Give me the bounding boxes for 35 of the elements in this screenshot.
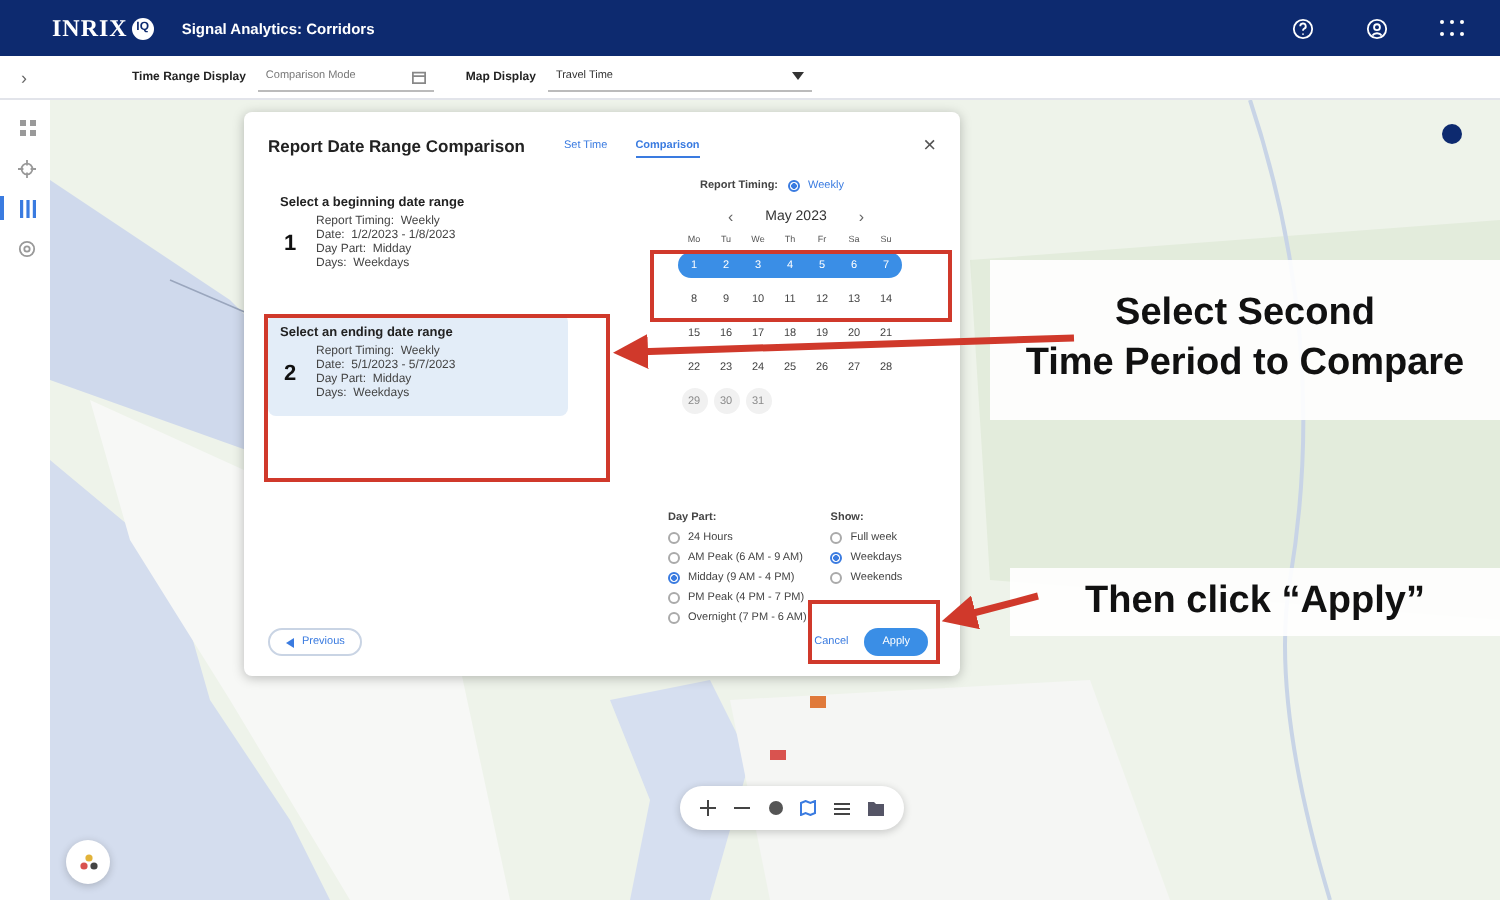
zoom-in-button[interactable]	[700, 800, 717, 816]
plus-icon	[700, 800, 717, 816]
close-button[interactable]: ×	[923, 135, 936, 157]
dialog-title: Report Date Range Comparison	[268, 136, 527, 156]
help-icon[interactable]	[1292, 17, 1314, 39]
logo: INRIX	[52, 13, 128, 43]
callout-text: Select Second	[1115, 290, 1375, 339]
apps-grid-icon[interactable]	[1440, 20, 1464, 36]
highlight-frame	[808, 600, 940, 664]
calendar-icon	[411, 69, 426, 83]
circle-icon	[767, 800, 784, 816]
map-button[interactable]	[800, 800, 817, 816]
layers-button[interactable]	[767, 800, 784, 816]
list-button[interactable]	[833, 801, 850, 815]
grid-icon	[19, 120, 35, 136]
settings-icon	[18, 239, 36, 257]
location-icon[interactable]	[1442, 124, 1462, 144]
caret-left-icon	[286, 637, 294, 647]
step-number: 2	[281, 361, 299, 385]
chevron-down-icon	[791, 72, 804, 80]
callout-text: Time Period to Compare	[1025, 340, 1465, 388]
next-month-button[interactable]: ›	[858, 208, 865, 226]
columns-icon	[19, 199, 35, 217]
dots-icon	[79, 854, 97, 870]
map-icon	[800, 800, 817, 816]
previous-month-button[interactable]: ‹	[727, 208, 734, 226]
folder-button[interactable]	[867, 801, 884, 815]
callout-text: Then click “Apply”	[1085, 577, 1425, 626]
expand-button[interactable]: ›	[0, 67, 48, 87]
list-icon	[833, 801, 850, 815]
folder-icon	[867, 801, 884, 815]
crosshair-icon	[18, 159, 36, 177]
arrow	[941, 592, 1039, 630]
step-number: 1	[281, 231, 299, 255]
user-icon[interactable]	[1366, 17, 1388, 39]
